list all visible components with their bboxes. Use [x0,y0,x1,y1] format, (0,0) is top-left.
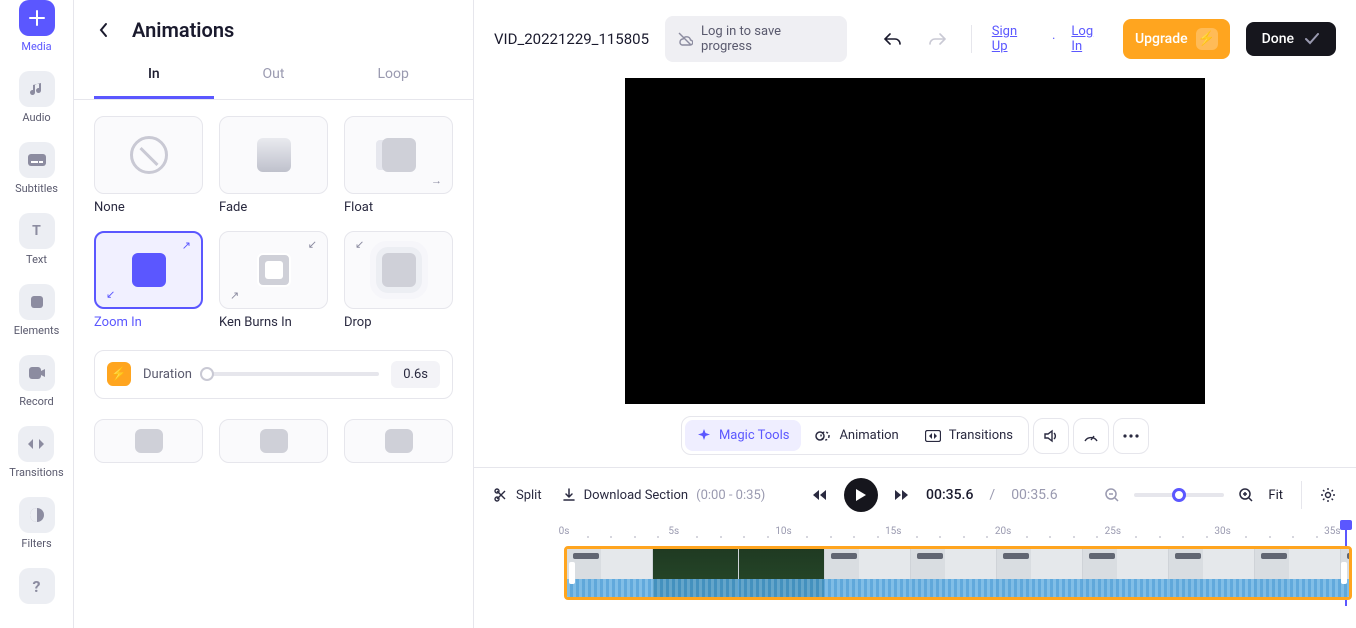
tab-out[interactable]: Out [214,52,334,99]
left-rail: Media Audio Subtitles T Text Elements Re… [0,0,74,628]
toolrow: Magic Tools Animation Transitions [474,416,1356,467]
anim-drop[interactable]: ↙ Drop [344,231,453,330]
signup-link[interactable]: Sign Up [992,24,1036,54]
rail-label: Media [21,40,51,53]
total-time: 00:35.6 [1011,487,1057,503]
topbar: VID_20221229_115805 Log in to save progr… [474,0,1356,78]
project-name[interactable]: VID_20221229_115805 [494,30,649,48]
video-clip[interactable] [564,546,1352,600]
zoom-slider[interactable] [1134,493,1224,497]
current-time: 00:35.6 [926,487,973,503]
upgrade-button[interactable]: Upgrade ⚡ [1123,19,1230,59]
check-icon [1304,33,1320,45]
duration-slider[interactable] [204,372,379,376]
fit-button[interactable]: Fit [1268,488,1283,503]
rail-text[interactable]: T Text [19,213,55,266]
animations-panel: Animations In Out Loop None Fade → Float [74,0,474,628]
rail-media[interactable]: Media [19,0,55,53]
media-icon [19,0,55,36]
text-icon: T [19,213,55,249]
sparkle-icon [697,429,711,443]
skip-back-button[interactable] [812,489,828,501]
elements-icon [19,284,55,320]
volume-button[interactable] [1033,418,1069,454]
login-prompt[interactable]: Log in to save progress [665,16,847,62]
gear-icon [1320,487,1336,503]
redo-button[interactable] [923,25,951,53]
anim-none[interactable]: None [94,116,203,215]
rail-subtitles[interactable]: Subtitles [15,142,58,195]
anim-ken-burns-in[interactable]: ↙ ↗ Ken Burns In [219,231,328,330]
duration-control: ⚡ Duration 0.6s [94,350,453,399]
zoom-out-button[interactable] [1104,487,1120,503]
cloud-off-icon [677,31,693,47]
undo-button[interactable] [879,25,907,53]
clip-handle-right[interactable] [1341,562,1347,584]
back-button[interactable] [92,18,116,42]
anim-float[interactable]: → Float [344,116,453,215]
rail-audio[interactable]: Audio [19,71,55,124]
skip-forward-button[interactable] [894,489,910,501]
download-icon [562,488,576,502]
rail-transitions[interactable]: Transitions [9,426,63,479]
rail-elements[interactable]: Elements [14,284,60,337]
help-icon: ? [19,568,55,604]
anim-fade[interactable]: Fade [219,116,328,215]
anim-extra-2[interactable] [219,419,328,463]
transitions-icon [18,426,54,462]
video-canvas[interactable] [625,78,1205,404]
speed-button[interactable] [1073,418,1109,454]
settings-button[interactable] [1320,487,1336,503]
anim-zoom-in[interactable]: ↗ ↙ Zoom In [94,231,203,330]
download-section-button[interactable]: Download Section (0:00 - 0:35) [562,488,766,503]
timeline-track[interactable] [560,544,1352,602]
none-icon [130,136,168,174]
subtitles-icon [19,142,55,178]
bolt-icon: ⚡ [1196,28,1218,50]
waveform [567,579,1349,597]
filters-icon [19,497,55,533]
panel-title: Animations [132,18,234,42]
transitions-icon [925,430,941,442]
split-button[interactable]: Split [494,488,542,503]
anim-extra-1[interactable] [94,419,203,463]
record-icon [19,355,55,391]
scissors-icon [494,488,508,502]
rail-filters[interactable]: Filters [19,497,55,550]
timeline-ruler[interactable]: 0s 5s 10s 15s 20s 25s 30s 35s [564,522,1348,544]
rail-help[interactable]: ? [19,568,55,604]
zoom-in-button[interactable] [1238,487,1254,503]
duration-label: Duration [143,367,192,382]
preview-area [474,78,1356,416]
done-button[interactable]: Done [1246,22,1336,56]
timeline-controls: Split Download Section (0:00 - 0:35) 00:… [474,467,1356,522]
magic-tools-button[interactable]: Magic Tools [685,420,801,451]
audio-icon [19,71,55,107]
bolt-icon: ⚡ [107,362,131,386]
tab-in[interactable]: In [94,52,214,99]
animation-button[interactable]: Animation [803,420,910,451]
animation-icon [815,429,831,443]
play-button[interactable] [844,478,878,512]
rail-record[interactable]: Record [19,355,55,408]
animation-tabs: In Out Loop [74,52,473,100]
clip-handle-left[interactable] [569,562,575,584]
anim-extra-3[interactable] [344,419,453,463]
tab-loop[interactable]: Loop [333,52,453,99]
login-link[interactable]: Log In [1071,24,1107,54]
more-button[interactable] [1113,418,1149,454]
transitions-button[interactable]: Transitions [913,420,1025,451]
duration-value[interactable]: 0.6s [391,361,440,388]
